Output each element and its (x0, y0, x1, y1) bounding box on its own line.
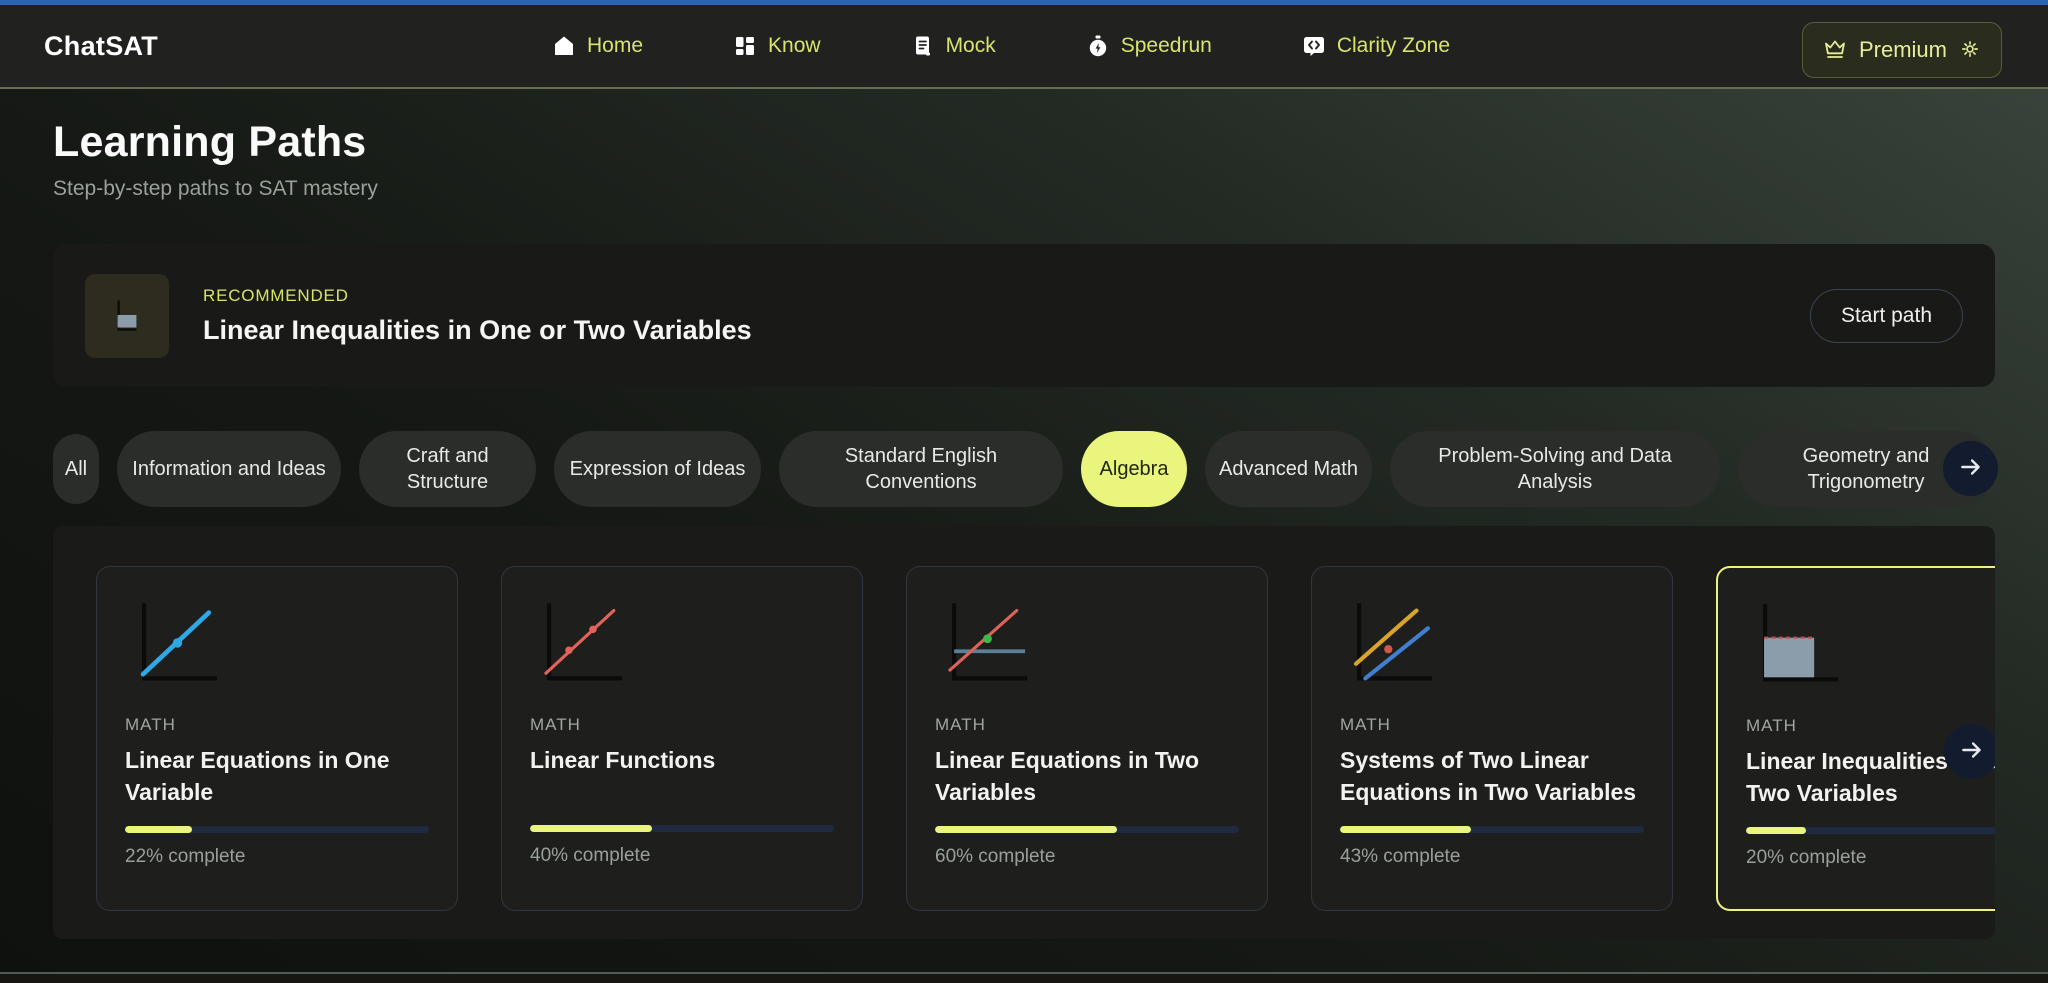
nav-item-know[interactable]: Know (733, 34, 821, 58)
stopwatch-icon (1086, 34, 1110, 58)
recommended-texts: RECOMMENDED Linear Inequalities in One o… (203, 286, 752, 346)
page-title: Learning Paths (53, 118, 1995, 167)
premium-button[interactable]: Premium (1802, 22, 2002, 78)
page-subtitle: Step-by-step paths to SAT mastery (53, 177, 1995, 201)
progress-fill (935, 826, 1117, 833)
progress-label: 60% complete (935, 846, 1239, 868)
gear-icon (1959, 38, 1981, 63)
progress-track (935, 826, 1239, 833)
card-subject: MATH (530, 715, 834, 735)
progress-label: 22% complete (125, 846, 429, 868)
intersecting-lines-chart-icon (935, 597, 1239, 693)
recommended-title: Linear Inequalities in One or Two Variab… (203, 315, 752, 346)
document-icon (911, 34, 935, 58)
recommended-eyebrow: RECOMMENDED (203, 286, 752, 306)
progress-track (1340, 826, 1644, 833)
progress-label: 40% complete (530, 845, 834, 867)
card-title: Linear Equations in Two Variables (935, 745, 1239, 808)
bottom-edge-strip (0, 972, 2048, 983)
progress-fill (1746, 827, 1806, 834)
path-card-systems-two-linear-equations[interactable]: MATH Systems of Two Linear Equations in … (1311, 566, 1673, 911)
path-card-linear-functions[interactable]: MATH Linear Functions 40% complete (501, 566, 863, 911)
filter-pill-standard-english-conventions[interactable]: Standard English Conventions (779, 431, 1063, 507)
nav-label: Speedrun (1121, 34, 1212, 58)
main-nav: Home Know Mock (552, 5, 1450, 87)
nav-item-mock[interactable]: Mock (911, 34, 996, 58)
code-chat-icon (1302, 34, 1326, 58)
progress-fill (125, 826, 192, 833)
path-card-linear-equations-two-variables[interactable]: MATH Linear Equations in Two Variables 6… (906, 566, 1268, 911)
progress-track (125, 826, 429, 833)
nav-label: Mock (946, 34, 996, 58)
premium-label: Premium (1859, 37, 1947, 63)
arrow-right-icon (1958, 454, 1984, 483)
progress-label: 43% complete (1340, 846, 1644, 868)
start-path-button[interactable]: Start path (1810, 289, 1963, 343)
parallel-lines-chart-icon (1340, 597, 1644, 693)
filters-next-button[interactable] (1943, 441, 1998, 496)
cards-next-button[interactable] (1944, 724, 1995, 779)
shaded-region-chart-icon (1746, 598, 1995, 694)
progress-fill (530, 825, 652, 832)
card-title: Linear Functions (530, 745, 834, 807)
recommended-banner[interactable]: RECOMMENDED Linear Inequalities in One o… (53, 244, 1995, 387)
navbar: ChatSAT Home Know (0, 5, 2048, 89)
progress-fill (1340, 826, 1471, 833)
nav-label: Home (587, 34, 643, 58)
main-content: Learning Paths Step-by-step paths to SAT… (0, 91, 2048, 939)
filter-pill-all[interactable]: All (53, 434, 99, 504)
card-title: Systems of Two Linear Equations in Two V… (1340, 745, 1644, 808)
red-scatter-line-chart-icon (530, 597, 834, 693)
card-subject: MATH (1340, 715, 1644, 735)
nav-item-home[interactable]: Home (552, 34, 643, 58)
progress-track (530, 825, 834, 832)
brand-logo[interactable]: ChatSAT (44, 31, 158, 62)
card-subject: MATH (935, 715, 1239, 735)
filter-pill-algebra[interactable]: Algebra (1081, 431, 1187, 507)
filter-pill-problem-solving-and-data-analysis[interactable]: Problem-Solving and Data Analysis (1390, 431, 1720, 507)
card-title: Linear Equations in One Variable (125, 745, 429, 808)
crown-icon (1823, 37, 1847, 64)
home-icon (552, 34, 576, 58)
filter-pill-advanced-math[interactable]: Advanced Math (1205, 431, 1372, 507)
blue-line-chart-icon (125, 597, 429, 693)
cards-row: MATH Linear Equations in One Variable 22… (96, 566, 1995, 911)
filter-pills-row: All Information and Ideas Craft and Stru… (53, 429, 1995, 509)
filter-pill-craft-and-structure[interactable]: Craft and Structure (359, 431, 536, 507)
nav-label: Know (768, 34, 821, 58)
recommended-thumbnail (85, 274, 169, 358)
progress-track (1746, 827, 1995, 834)
filter-pill-expression-of-ideas[interactable]: Expression of Ideas (554, 431, 761, 507)
path-card-linear-equations-one-variable[interactable]: MATH Linear Equations in One Variable 22… (96, 566, 458, 911)
card-subject: MATH (125, 715, 429, 735)
filter-pill-information-and-ideas[interactable]: Information and Ideas (117, 431, 341, 507)
learning-paths-panel: MATH Linear Equations in One Variable 22… (53, 526, 1995, 939)
nav-label: Clarity Zone (1337, 34, 1450, 58)
nav-item-clarity-zone[interactable]: Clarity Zone (1302, 34, 1450, 58)
arrow-right-icon (1959, 737, 1985, 766)
shaded-region-chart-icon (104, 293, 150, 339)
progress-label: 20% complete (1746, 847, 1995, 869)
nav-item-speedrun[interactable]: Speedrun (1086, 34, 1212, 58)
dashboard-grid-icon (733, 34, 757, 58)
